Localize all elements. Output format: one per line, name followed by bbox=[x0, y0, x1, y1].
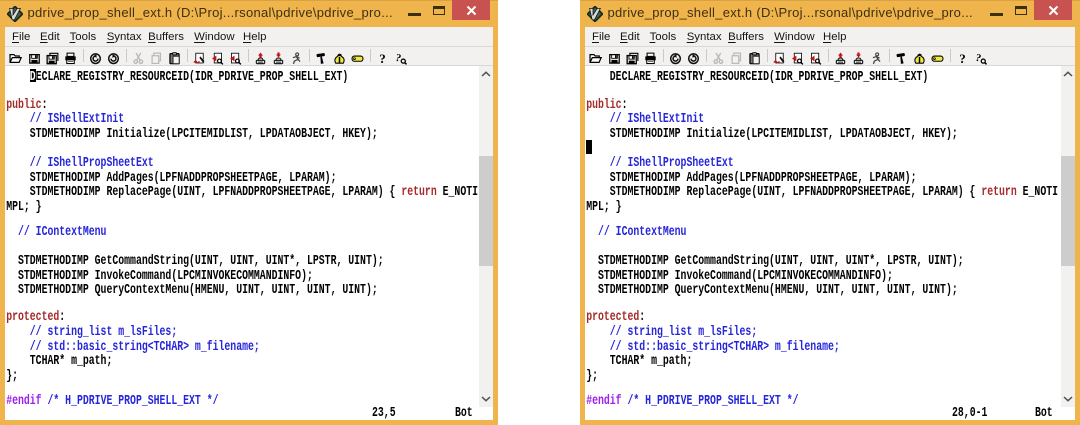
svg-text:?: ? bbox=[974, 52, 982, 64]
svg-text:?: ? bbox=[394, 52, 402, 64]
svg-text:?: ? bbox=[959, 52, 966, 65]
svg-text:?: ? bbox=[379, 52, 386, 65]
